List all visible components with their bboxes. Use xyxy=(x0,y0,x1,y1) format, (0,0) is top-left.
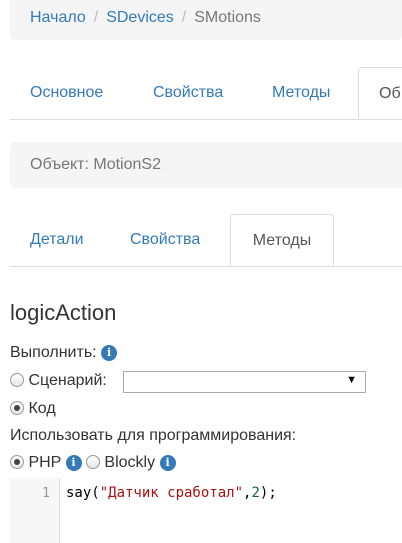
code-option-row: Код xyxy=(10,400,56,418)
language-options-row: PHP i Blockly i xyxy=(10,454,176,472)
breadcrumb-home-link[interactable]: Начало xyxy=(30,9,86,26)
php-label: PHP xyxy=(28,454,62,471)
script-select[interactable]: ▼ xyxy=(123,371,366,393)
method-title: logicAction xyxy=(10,300,117,325)
php-radio[interactable] xyxy=(10,455,24,469)
line-number: 1 xyxy=(42,486,50,501)
tab-methods[interactable]: Методы xyxy=(272,67,330,119)
script-label: Сценарий: xyxy=(28,372,107,389)
tab-object[interactable]: Об xyxy=(358,67,402,119)
execute-row: Выполнить: i xyxy=(10,344,118,362)
code-line[interactable]: say("Датчик сработал",2); xyxy=(66,485,277,501)
tab-main[interactable]: Основное xyxy=(30,67,103,119)
code-end: ); xyxy=(259,485,277,501)
use-for-programming-label: Использовать для программирования: xyxy=(10,427,297,444)
tab-details[interactable]: Детали xyxy=(30,214,84,266)
code-editor[interactable]: 1 say("Датчик сработал",2); xyxy=(10,478,402,543)
tab-sub-properties[interactable]: Свойства xyxy=(130,214,200,266)
top-tabs: Основное Свойства Методы Об xyxy=(10,67,402,120)
script-option-row: Сценарий: xyxy=(10,372,107,390)
code-number: 2 xyxy=(251,485,260,501)
code-label: Код xyxy=(28,400,56,417)
breadcrumb: Начало / SDevices / SMotions xyxy=(10,0,402,40)
breadcrumb-current: SMotions xyxy=(194,9,261,26)
info-icon[interactable]: i xyxy=(65,455,82,471)
tab-sub-methods[interactable]: Методы xyxy=(230,214,334,266)
chevron-down-icon: ▼ xyxy=(346,374,357,386)
blockly-radio[interactable] xyxy=(85,455,100,469)
blockly-label: Blockly xyxy=(104,454,156,471)
object-name-box: Объект: MotionS2 xyxy=(10,142,402,188)
tab-properties[interactable]: Свойства xyxy=(153,67,223,119)
code-call: say( xyxy=(66,485,100,501)
editor-gutter: 1 xyxy=(10,478,60,543)
code-string: "Датчик сработал" xyxy=(99,485,244,501)
breadcrumb-separator: / xyxy=(181,9,187,26)
sub-tabs: Детали Свойства Методы xyxy=(10,214,402,267)
breadcrumb-separator: / xyxy=(93,9,99,26)
info-icon[interactable]: i xyxy=(101,345,118,361)
execute-label: Выполнить: xyxy=(10,344,97,361)
info-icon[interactable]: i xyxy=(159,455,176,471)
code-radio[interactable] xyxy=(10,401,24,415)
script-radio[interactable] xyxy=(10,373,24,387)
breadcrumb-devices-link[interactable]: SDevices xyxy=(106,9,174,26)
